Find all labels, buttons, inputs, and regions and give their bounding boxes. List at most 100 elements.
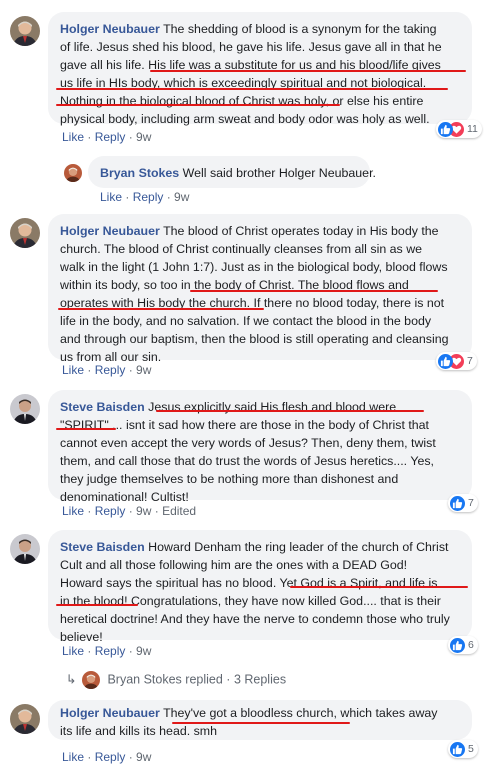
comment-bubble: Holger Neubauer The shedding of blood is…: [48, 12, 472, 126]
comment-actions: Like · Reply · 9w: [62, 363, 152, 377]
like-button[interactable]: Like: [62, 750, 84, 764]
reply-button[interactable]: Reply: [95, 130, 126, 144]
comment-author[interactable]: Bryan Stokes: [100, 166, 179, 180]
comment-line: and through our baptism, then the blood …: [60, 332, 449, 346]
comment-text: Steve Baisden Jesus explicitly said His …: [60, 398, 436, 506]
highlight-underline: [190, 290, 438, 292]
timestamp[interactable]: 9w: [174, 190, 189, 204]
reply-comment: Bryan Stokes Well said brother Holger Ne…: [0, 150, 499, 210]
timestamp[interactable]: 9w: [136, 750, 151, 764]
reaction-summary[interactable]: 7: [436, 352, 477, 370]
reaction-summary[interactable]: 5: [448, 740, 478, 758]
comment-text: Steve Baisden Howard Denham the ring lea…: [60, 538, 450, 646]
comment-line: denominational! Cultist!: [60, 490, 189, 504]
comment-author[interactable]: Steve Baisden: [60, 540, 145, 554]
avatar[interactable]: [10, 704, 40, 734]
like-button[interactable]: Like: [62, 644, 84, 658]
highlight-underline: [172, 722, 350, 724]
avatar-holger-icon: [10, 704, 40, 734]
comment-bubble: Steve Baisden Howard Denham the ring lea…: [48, 530, 472, 644]
avatar-steve-icon: [10, 394, 40, 424]
comment-line: Cult and all those following him are the…: [60, 558, 408, 572]
timestamp[interactable]: 9w: [136, 130, 151, 144]
like-button[interactable]: Like: [100, 190, 122, 204]
reply-button[interactable]: Reply: [133, 190, 164, 204]
like-icon: [450, 495, 465, 511]
comment-bubble: Holger Neubauer They've got a bloodless …: [48, 700, 472, 740]
comment: Steve Baisden Jesus explicitly said His …: [0, 384, 499, 524]
reaction-summary[interactable]: 6: [448, 636, 478, 654]
avatar: [82, 671, 100, 689]
comment-line: Howard Denham the ring leader of the chu…: [148, 540, 449, 554]
comment-line: they judge themselves to be nothing more…: [60, 472, 399, 486]
comment-line: us from all our sin.: [60, 350, 162, 364]
comment-author[interactable]: Holger Neubauer: [60, 224, 160, 238]
avatar-holger-icon: [10, 16, 40, 46]
avatar-holger-icon: [10, 218, 40, 248]
reaction-count: 7: [467, 355, 473, 367]
comment-actions: Like · Reply · 9w: [62, 750, 152, 764]
like-icon: [438, 121, 453, 137]
comment-text: Bryan Stokes Well said brother Holger Ne…: [100, 164, 376, 182]
comment-line: The blood of Christ operates today in Hi…: [163, 224, 439, 238]
timestamp[interactable]: 9w: [136, 363, 151, 377]
avatar[interactable]: [10, 16, 40, 46]
avatar[interactable]: [10, 218, 40, 248]
avatar[interactable]: [64, 164, 82, 182]
highlight-underline: [150, 70, 466, 72]
replied-text: replied: [185, 672, 223, 687]
reaction-count: 7: [468, 497, 474, 509]
reaction-count: 6: [468, 639, 474, 651]
comment: Holger Neubauer The shedding of blood is…: [0, 0, 499, 160]
separator: ·: [226, 672, 231, 687]
comment-line: life in the body, and no salvation. If w…: [60, 314, 432, 328]
comment-line: of life. Jesus shed his blood, he gave h…: [60, 40, 442, 54]
comment-author[interactable]: Holger Neubauer: [60, 706, 160, 720]
comment-line: believe!: [60, 630, 103, 644]
comment-line: walk in the light (1 John 1:7). Just as …: [60, 260, 448, 274]
reply-button[interactable]: Reply: [95, 504, 126, 518]
reply-button[interactable]: Reply: [95, 363, 126, 377]
comment-actions: Like · Reply · 9w: [62, 644, 152, 658]
comment-line: heretical doctrine! And they have the ne…: [60, 612, 450, 626]
like-icon: [450, 637, 465, 653]
highlight-underline: [56, 428, 116, 430]
timestamp[interactable]: 9w: [136, 504, 151, 518]
reply-arrow-icon: ↳: [66, 672, 77, 687]
comment-bubble: Bryan Stokes Well said brother Holger Ne…: [88, 156, 376, 188]
comment: Holger Neubauer The blood of Christ oper…: [0, 212, 499, 382]
reaction-count: 5: [468, 743, 474, 755]
highlight-underline: [56, 104, 340, 106]
comment: Holger Neubauer They've got a bloodless …: [0, 698, 499, 765]
view-replies-link[interactable]: ↳ Bryan Stokes replied · 3 Replies: [66, 671, 286, 689]
reaction-count: 11: [467, 123, 478, 135]
comment-author[interactable]: Steve Baisden: [60, 400, 145, 414]
edited-label: Edited: [162, 504, 197, 518]
avatar[interactable]: [10, 534, 40, 564]
comment: Steve Baisden Howard Denham the ring lea…: [0, 528, 499, 698]
comment-line: They've got a bloodless church, which ta…: [163, 706, 438, 720]
comment-actions: Like · Reply · 9w: [62, 130, 152, 144]
highlight-underline: [58, 308, 264, 310]
replied-name: Bryan Stokes: [107, 672, 182, 687]
comment-line: them, and call those that do trust the w…: [60, 454, 434, 468]
timestamp[interactable]: 9w: [136, 644, 151, 658]
like-button[interactable]: Like: [62, 504, 84, 518]
reply-button[interactable]: Reply: [95, 750, 126, 764]
comment-line: The shedding of blood is a synonym for t…: [163, 22, 437, 36]
comment-line: cannot even accept the very words of Jes…: [60, 436, 436, 450]
avatar-bryan-icon: [82, 671, 100, 689]
comment-text: Holger Neubauer The shedding of blood is…: [60, 20, 442, 128]
comment-line: physical body, including arm sweat and b…: [60, 112, 430, 126]
comment-author[interactable]: Holger Neubauer: [60, 22, 160, 36]
highlight-underline: [56, 604, 138, 606]
reaction-summary[interactable]: 7: [448, 494, 478, 512]
like-button[interactable]: Like: [62, 130, 84, 144]
reply-button[interactable]: Reply: [95, 644, 126, 658]
avatar-bryan-icon: [64, 164, 82, 182]
reaction-summary[interactable]: 11: [436, 120, 482, 138]
comment-line: Well said brother Holger Neubauer.: [182, 166, 376, 180]
avatar[interactable]: [10, 394, 40, 424]
like-button[interactable]: Like: [62, 363, 84, 377]
highlight-underline: [290, 586, 468, 588]
